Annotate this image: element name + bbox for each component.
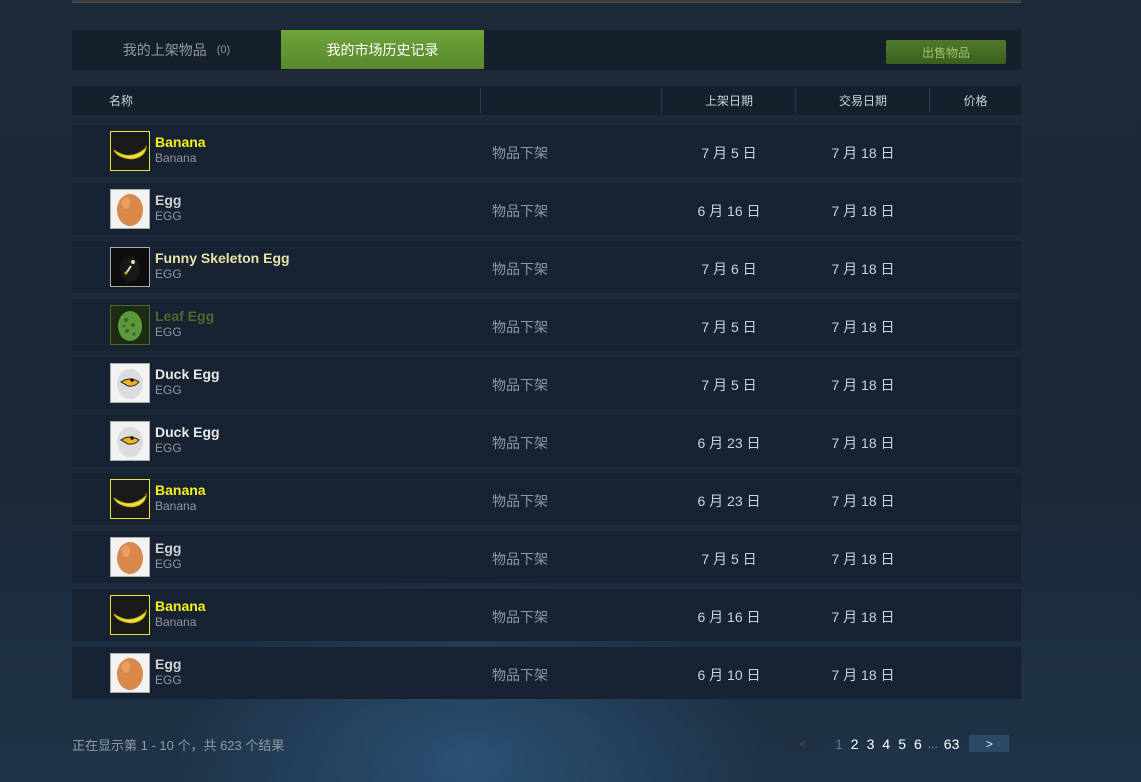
listing-status: 物品下架: [492, 261, 548, 277]
listing-status: 物品下架: [492, 667, 548, 683]
table-row[interactable]: Banana Banana 物品下架 7 月 5 日 7 月 18 日: [72, 125, 1021, 177]
pagination-ellipsis: ...: [927, 736, 938, 751]
item-game: Banana: [155, 151, 197, 165]
listed-date: 7 月 5 日: [701, 377, 757, 393]
header-divider: [480, 88, 481, 113]
banana-icon[interactable]: [110, 595, 150, 635]
duck-egg-icon[interactable]: [110, 363, 150, 403]
page-link[interactable]: 2: [851, 736, 859, 752]
item-name[interactable]: Leaf Egg: [155, 308, 214, 324]
traded-date: 7 月 18 日: [831, 261, 895, 277]
table-row[interactable]: Egg EGG 物品下架 7 月 5 日 7 月 18 日: [72, 531, 1021, 583]
listed-date: 7 月 5 日: [701, 551, 757, 567]
page-link-last[interactable]: 63: [944, 736, 960, 752]
duck-egg-icon[interactable]: [110, 421, 150, 461]
listed-date: 7 月 5 日: [701, 319, 757, 335]
listing-status: 物品下架: [492, 319, 548, 335]
item-game: EGG: [155, 325, 182, 339]
banana-icon[interactable]: [110, 479, 150, 519]
tab-market-history[interactable]: 我的市场历史记录: [281, 30, 484, 69]
listed-date: 6 月 10 日: [697, 667, 761, 683]
table-row[interactable]: Funny Skeleton Egg EGG 物品下架 7 月 6 日 7 月 18 日: [72, 241, 1021, 293]
traded-date: 7 月 18 日: [831, 145, 895, 161]
item-name[interactable]: Funny Skeleton Egg: [155, 250, 290, 266]
listed-date: 6 月 23 日: [697, 435, 761, 451]
item-game: EGG: [155, 673, 182, 687]
item-name[interactable]: Egg: [155, 656, 181, 672]
listing-status: 物品下架: [492, 551, 548, 567]
market-tabbar: 我的上架物品 (0) 我的市场历史记录 出售物品: [72, 30, 1021, 70]
table-row[interactable]: Duck Egg EGG 物品下架 7 月 5 日 7 月 18 日: [72, 357, 1021, 409]
traded-date: 7 月 18 日: [831, 435, 895, 451]
traded-date: 7 月 18 日: [831, 493, 895, 509]
prev-page-button[interactable]: <: [783, 735, 823, 752]
listed-date: 7 月 6 日: [701, 261, 757, 277]
egg-icon[interactable]: [110, 537, 150, 577]
header-traded-date: 交易日期: [838, 94, 887, 108]
table-row[interactable]: Banana Banana 物品下架 6 月 16 日 7 月 18 日: [72, 589, 1021, 641]
listing-status: 物品下架: [492, 609, 548, 625]
egg-icon[interactable]: [110, 653, 150, 693]
tab-market-history-label: 我的市场历史记录: [326, 41, 439, 58]
tab-my-listings-label: 我的上架物品: [122, 42, 207, 58]
item-game: EGG: [155, 209, 182, 223]
table-header: 名称 上架日期 交易日期 价格: [72, 86, 1021, 115]
tab-my-listings-count: (0): [216, 44, 231, 56]
item-name[interactable]: Banana: [155, 482, 206, 498]
leaf-egg-icon[interactable]: [110, 305, 150, 345]
banana-icon[interactable]: [110, 131, 150, 171]
page-link[interactable]: 1: [835, 736, 843, 752]
traded-date: 7 月 18 日: [831, 377, 895, 393]
item-name[interactable]: Egg: [155, 192, 181, 208]
item-game: EGG: [155, 557, 182, 571]
pagination: < 123456 ... 63 >: [783, 735, 1010, 752]
next-page-button[interactable]: >: [969, 735, 1010, 752]
item-game: Banana: [155, 615, 197, 629]
top-strip: [72, 0, 1021, 3]
traded-date: 7 月 18 日: [831, 203, 895, 219]
listing-status: 物品下架: [492, 203, 548, 219]
egg-icon[interactable]: [110, 189, 150, 229]
listing-status: 物品下架: [492, 145, 548, 161]
item-name[interactable]: Banana: [155, 134, 206, 150]
skeleton-egg-icon[interactable]: [110, 247, 150, 287]
table-row[interactable]: Duck Egg EGG 物品下架 6 月 23 日 7 月 18 日: [72, 415, 1021, 467]
page-numbers: 123456: [831, 736, 926, 752]
item-name[interactable]: Duck Egg: [155, 424, 220, 440]
traded-date: 7 月 18 日: [831, 609, 895, 625]
sell-item-button[interactable]: 出售物品: [886, 40, 1006, 64]
item-game: EGG: [155, 441, 182, 455]
header-listed-date: 上架日期: [704, 94, 753, 108]
listed-date: 7 月 5 日: [701, 145, 757, 161]
tab-my-listings[interactable]: 我的上架物品 (0): [72, 30, 281, 70]
table-row[interactable]: Banana Banana 物品下架 6 月 23 日 7 月 18 日: [72, 473, 1021, 525]
listing-status: 物品下架: [492, 493, 548, 509]
listing-status: 物品下架: [492, 377, 548, 393]
item-name[interactable]: Banana: [155, 598, 206, 614]
listed-date: 6 月 23 日: [697, 493, 761, 509]
header-price: 价格: [963, 94, 988, 108]
listed-date: 6 月 16 日: [697, 609, 761, 625]
page-link[interactable]: 6: [914, 736, 922, 752]
page-link[interactable]: 4: [882, 736, 890, 752]
item-name[interactable]: Duck Egg: [155, 366, 220, 382]
results-summary: 正在显示第 1 - 10 个，共 623 个结果: [72, 738, 285, 753]
listing-status: 物品下架: [492, 435, 548, 451]
table-row[interactable]: Egg EGG 物品下架 6 月 10 日 7 月 18 日: [72, 647, 1021, 699]
traded-date: 7 月 18 日: [831, 551, 895, 567]
table-row[interactable]: Leaf Egg EGG 物品下架 7 月 5 日 7 月 18 日: [72, 299, 1021, 351]
table-row[interactable]: Egg EGG 物品下架 6 月 16 日 7 月 18 日: [72, 183, 1021, 235]
item-name[interactable]: Egg: [155, 540, 181, 556]
traded-date: 7 月 18 日: [831, 667, 895, 683]
page-link[interactable]: 3: [867, 736, 875, 752]
item-game: EGG: [155, 267, 182, 281]
history-table-body: Banana Banana 物品下架 7 月 5 日7 月 18 日 Egg EGG 物品下…: [72, 125, 1021, 705]
item-game: EGG: [155, 383, 182, 397]
page-link[interactable]: 5: [898, 736, 906, 752]
traded-date: 7 月 18 日: [831, 319, 895, 335]
item-game: Banana: [155, 499, 197, 513]
header-name: 名称: [109, 94, 134, 108]
listed-date: 6 月 16 日: [697, 203, 761, 219]
